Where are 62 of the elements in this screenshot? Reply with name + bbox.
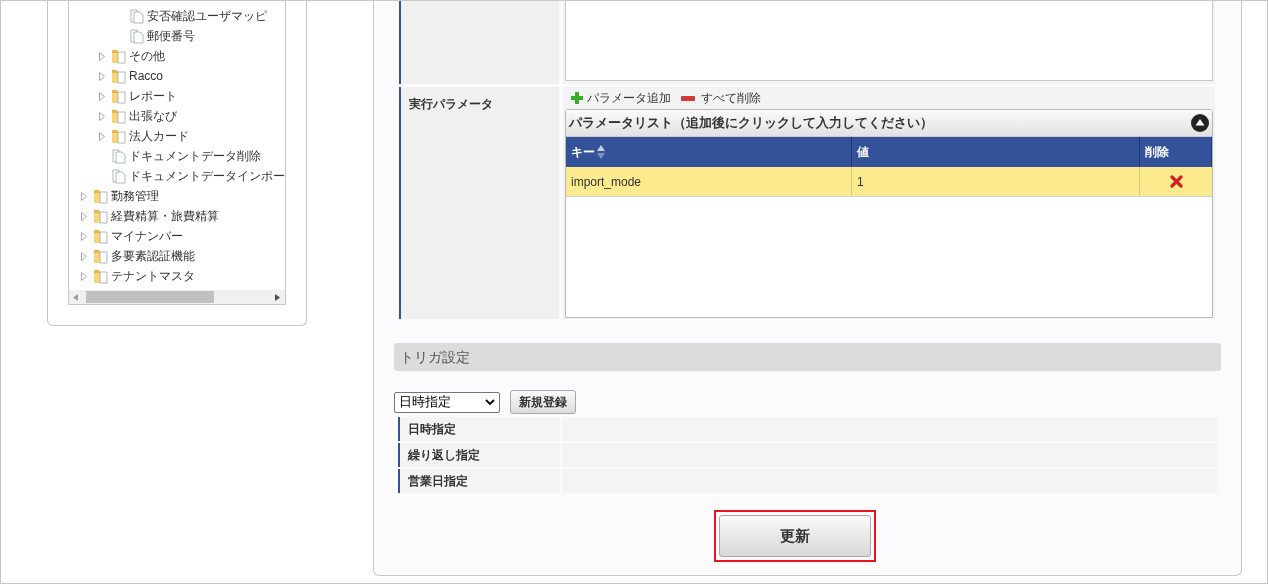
field-label: 実行パラメータ [409, 97, 493, 111]
tree-item[interactable]: ドキュメントデータインポー [69, 166, 285, 186]
folder-icon [93, 228, 109, 244]
expand-icon[interactable] [99, 71, 105, 81]
expand-icon[interactable] [99, 131, 105, 141]
folder-icon [93, 248, 109, 264]
table-row[interactable]: import_mode 1 [566, 167, 1212, 197]
field-label: 日時指定 [398, 417, 560, 441]
expand-icon[interactable] [81, 191, 87, 201]
tree-item[interactable]: レポート [69, 86, 285, 106]
table-cell: import_mode [566, 167, 852, 196]
tree-item[interactable]: 多要素認証機能 [69, 246, 285, 266]
trigger-type-select[interactable]: 日時指定 [394, 391, 500, 413]
sort-icon[interactable] [597, 145, 605, 159]
folder-icon [111, 88, 127, 104]
tree-item[interactable]: Racco [69, 66, 285, 86]
document-icon [111, 148, 127, 164]
tree-item[interactable]: 出張なび [69, 106, 285, 126]
tree-item[interactable]: 法人カード [69, 126, 285, 146]
field-label: 繰り返し指定 [398, 443, 560, 467]
tree-item[interactable]: テナントマスタ [69, 266, 285, 286]
tree-item[interactable]: 経費精算・旅費精算 [69, 206, 285, 226]
chevron-down-icon [485, 399, 495, 405]
expand-icon[interactable] [81, 251, 87, 261]
tree-item[interactable]: 勤務管理 [69, 186, 285, 206]
folder-icon [111, 108, 127, 124]
scrollbar-thumb[interactable] [86, 291, 214, 303]
folder-icon [111, 68, 127, 84]
delete-icon[interactable] [1169, 175, 1183, 188]
table-cell: 1 [852, 167, 1140, 196]
folder-icon [93, 268, 109, 284]
expand-icon[interactable] [99, 51, 105, 61]
tree-item[interactable]: マイナンバー [69, 226, 285, 246]
expand-icon[interactable] [81, 211, 87, 221]
expand-icon[interactable] [99, 91, 105, 101]
add-parameter-link[interactable]: パラメータ追加 [571, 89, 671, 107]
tree-item[interactable]: その他 [69, 46, 285, 66]
expand-icon[interactable] [81, 231, 87, 241]
collapse-icon[interactable] [1191, 114, 1209, 132]
expand-icon[interactable] [81, 271, 87, 281]
horizontal-scrollbar[interactable] [69, 290, 285, 304]
document-icon [129, 28, 145, 44]
plus-icon [571, 92, 583, 104]
tree-item[interactable]: 安否確認ユーザマッピ [69, 6, 285, 26]
folder-icon [111, 48, 127, 64]
delete-all-link[interactable]: すべて削除 [681, 89, 761, 107]
panel-title: パラメータリスト（追加後にクリックして入力してください） [569, 114, 934, 133]
folder-icon [111, 128, 127, 144]
tree-item[interactable]: 郵便番号 [69, 26, 285, 46]
document-icon [129, 8, 145, 24]
minus-icon [681, 95, 695, 101]
update-button[interactable]: 更新 [718, 515, 871, 557]
folder-icon [93, 188, 109, 204]
register-button[interactable]: 新規登録 [510, 390, 576, 414]
tree-item[interactable]: ドキュメントデータ削除 [69, 146, 285, 166]
scroll-right-icon[interactable] [275, 293, 280, 301]
scroll-left-icon[interactable] [73, 293, 78, 301]
section-title: トリガ設定 [400, 347, 470, 367]
folder-icon [93, 208, 109, 224]
expand-icon[interactable] [99, 111, 105, 121]
document-icon [111, 168, 127, 184]
field-label: 営業日指定 [398, 469, 560, 493]
